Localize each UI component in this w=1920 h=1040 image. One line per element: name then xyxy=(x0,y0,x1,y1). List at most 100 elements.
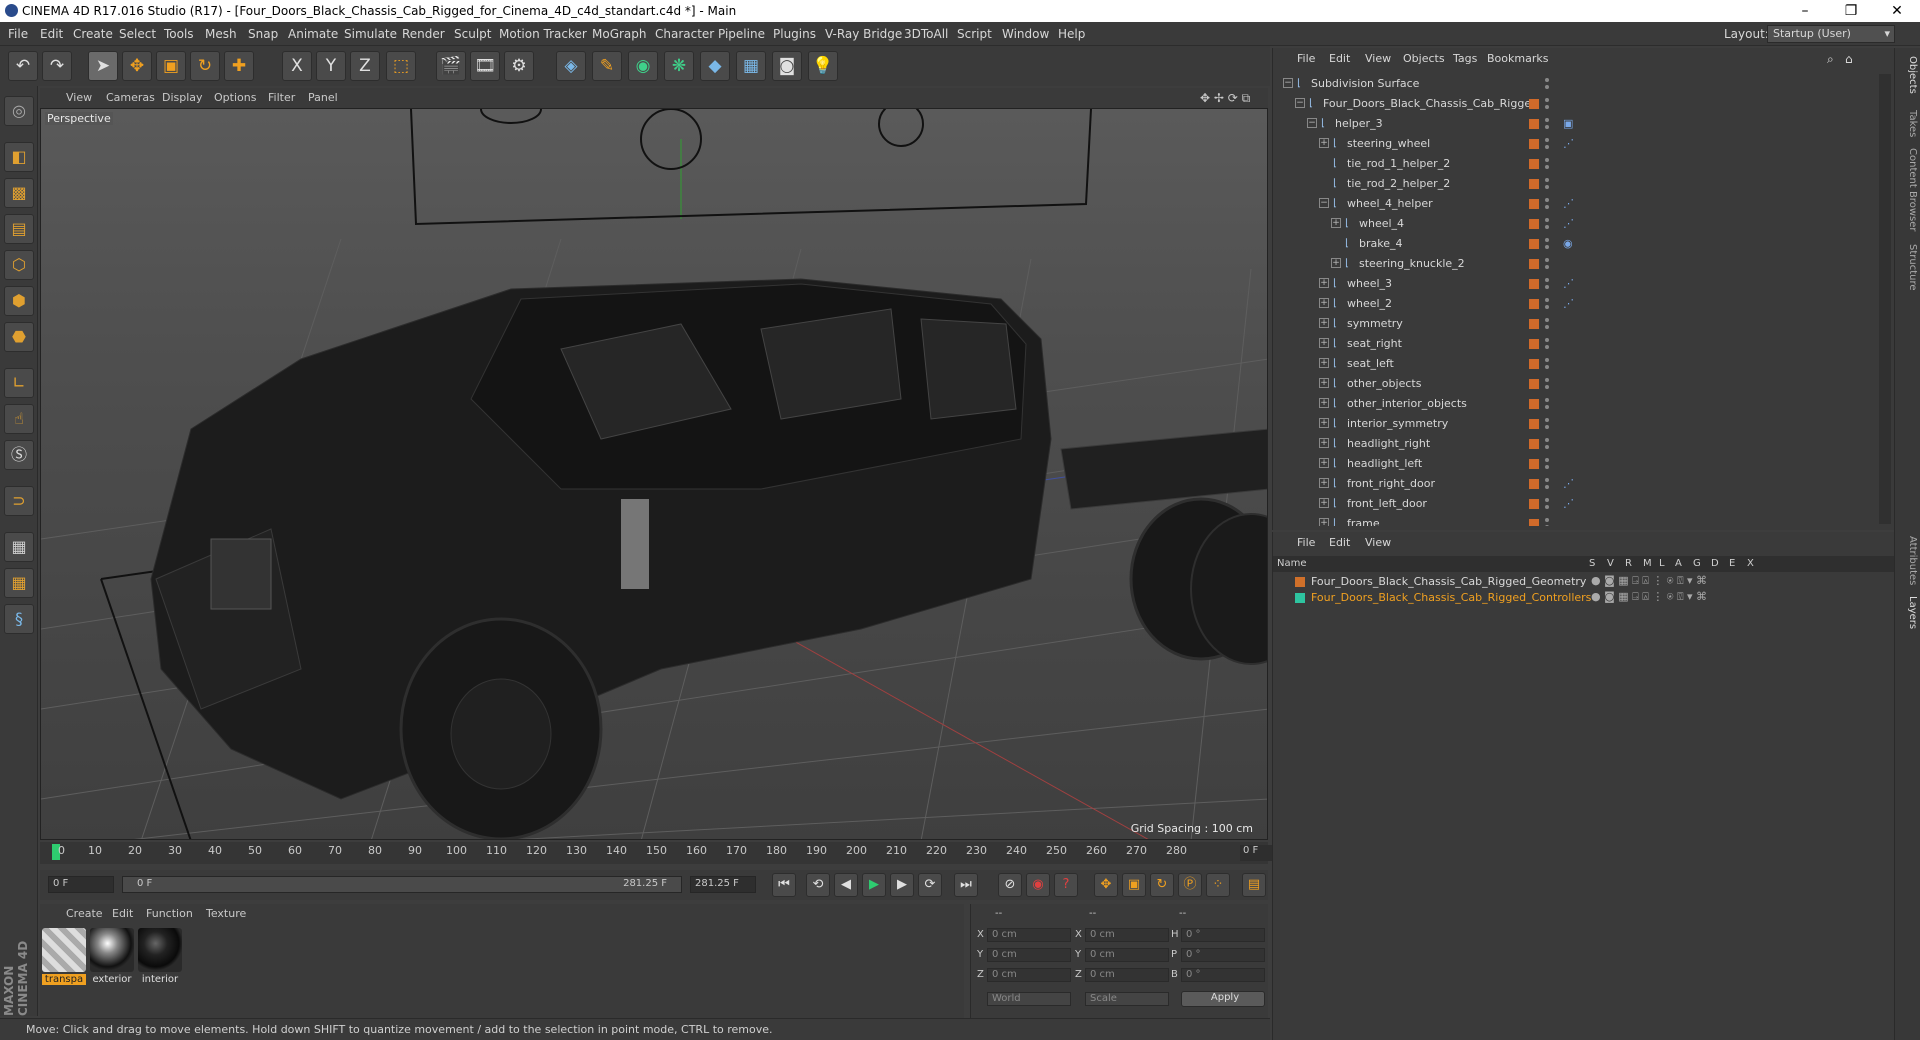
expand-icon[interactable]: + xyxy=(1319,358,1329,368)
vtab-structure[interactable]: Structure xyxy=(1898,244,1918,291)
render-visibility-dot[interactable] xyxy=(1545,425,1549,429)
object-row[interactable]: + ⌊ frame xyxy=(1273,514,1879,526)
expand-icon[interactable]: + xyxy=(1319,298,1329,308)
objects-menu-edit[interactable]: Edit xyxy=(1329,52,1350,65)
rotation-b-field[interactable]: 0 ° xyxy=(1181,968,1265,982)
editor-visibility-dot[interactable] xyxy=(1545,358,1549,362)
object-row[interactable]: + ⌊ headlight_left xyxy=(1273,454,1879,474)
render-visibility-dot[interactable] xyxy=(1545,405,1549,409)
layer-row[interactable]: Four_Doors_Black_Chassis_Cab_Rigged_Geom… xyxy=(1273,574,1893,589)
scale-icon[interactable]: ▣ xyxy=(156,51,186,81)
maximize-button[interactable]: ❐ xyxy=(1828,0,1874,22)
undo-icon[interactable]: ↶ xyxy=(8,51,38,81)
editor-visibility-dot[interactable] xyxy=(1545,518,1549,522)
material-menu-function[interactable]: Function xyxy=(146,907,193,920)
render-visibility-dot[interactable] xyxy=(1545,185,1549,189)
editor-visibility-dot[interactable] xyxy=(1545,138,1549,142)
editor-visibility-dot[interactable] xyxy=(1545,318,1549,322)
layer-flag-icons[interactable]: ● ◙ ▦ ⍈ ⍓ ⋮ ⍟ ⍔ ▾ ⌘ xyxy=(1591,574,1707,588)
object-row[interactable]: + ⌊ wheel_2 ⋰ xyxy=(1273,294,1879,314)
object-tag-icon[interactable]: ⋰ xyxy=(1563,477,1574,490)
layer-color-dot[interactable] xyxy=(1529,299,1539,309)
objects-menu-tags[interactable]: Tags xyxy=(1453,52,1477,65)
viewport-menu-cameras[interactable]: Cameras xyxy=(106,91,155,104)
next-key-icon[interactable]: ⟳ xyxy=(918,873,942,897)
object-row[interactable]: − ⌊ wheel_4_helper ⋰ xyxy=(1273,194,1879,214)
layer-color-dot[interactable] xyxy=(1529,199,1539,209)
render-visibility-dot[interactable] xyxy=(1545,225,1549,229)
object-tag-icon[interactable]: ⋰ xyxy=(1563,137,1574,150)
object-row[interactable]: + ⌊ other_interior_objects xyxy=(1273,394,1879,414)
object-tag-icon[interactable]: ⋰ xyxy=(1563,217,1574,230)
key-position-icon[interactable]: ✥ xyxy=(1094,873,1118,897)
layer-color-swatch[interactable] xyxy=(1295,593,1305,603)
object-row[interactable]: + ⌊ wheel_4 ⋰ xyxy=(1273,214,1879,234)
live-select-icon[interactable]: ✚ xyxy=(224,51,254,81)
texture-mode-icon[interactable]: ▩ xyxy=(4,178,34,208)
object-row[interactable]: + ⌊ wheel_3 ⋰ xyxy=(1273,274,1879,294)
coordinate-system-icon[interactable]: ⬚ xyxy=(386,51,416,81)
collapse-icon[interactable]: − xyxy=(1283,78,1293,88)
expand-icon[interactable]: + xyxy=(1319,338,1329,348)
viewport-menu-display[interactable]: Display xyxy=(162,91,203,104)
timeline-window-icon[interactable]: ▤ xyxy=(1242,873,1266,897)
viewport-menu-panel[interactable]: Panel xyxy=(308,91,338,104)
layer-color-dot[interactable] xyxy=(1529,479,1539,489)
edit-render-settings-icon[interactable]: ⚙ xyxy=(504,51,534,81)
editor-visibility-dot[interactable] xyxy=(1545,158,1549,162)
autokey-icon[interactable]: ◉ xyxy=(1026,873,1050,897)
magnet-icon[interactable]: ⊃ xyxy=(4,486,34,516)
viewport-menu-filter[interactable]: Filter xyxy=(268,91,295,104)
object-row[interactable]: + ⌊ front_left_door ⋰ xyxy=(1273,494,1879,514)
material-thumb-exterior[interactable] xyxy=(90,928,134,972)
object-row[interactable]: − ⌊ Four_Doors_Black_Chassis_Cab_Rigged xyxy=(1273,94,1879,114)
collapse-icon[interactable]: − xyxy=(1307,118,1317,128)
layer-color-dot[interactable] xyxy=(1529,179,1539,189)
layout-select[interactable]: Startup (User) ▾ xyxy=(1767,25,1895,43)
position-x-field[interactable]: 0 cm xyxy=(987,928,1071,942)
menu-render[interactable]: Render xyxy=(402,27,445,41)
material-thumb-transpa[interactable] xyxy=(42,928,86,972)
object-row[interactable]: + ⌊ front_right_door ⋰ xyxy=(1273,474,1879,494)
position-y-field[interactable]: 0 cm xyxy=(987,948,1071,962)
editor-visibility-dot[interactable] xyxy=(1545,178,1549,182)
pen-icon[interactable]: ✎ xyxy=(592,51,622,81)
redo-icon[interactable]: ↷ xyxy=(42,51,72,81)
points-mode-icon[interactable]: ⬡ xyxy=(4,250,34,280)
rotation-p-field[interactable]: 0 ° xyxy=(1181,948,1265,962)
objects-menu-objects[interactable]: Objects xyxy=(1403,52,1445,65)
render-visibility-dot[interactable] xyxy=(1545,525,1549,526)
layer-flag-icons[interactable]: ● ◙ ▦ ⍈ ⍓ ⋮ ⍟ ⍔ ▾ ⌘ xyxy=(1591,590,1707,604)
layer-color-dot[interactable] xyxy=(1529,159,1539,169)
home-icon[interactable]: ⌂ xyxy=(1845,52,1853,66)
layers-menu-file[interactable]: File xyxy=(1297,536,1315,549)
editor-visibility-dot[interactable] xyxy=(1545,498,1549,502)
editor-visibility-dot[interactable] xyxy=(1545,78,1549,82)
object-row[interactable]: + ⌊ symmetry xyxy=(1273,314,1879,334)
expand-icon[interactable]: + xyxy=(1319,278,1329,288)
menu-window[interactable]: Window xyxy=(1002,27,1049,41)
menu-plugins[interactable]: Plugins xyxy=(773,27,816,41)
menu-mesh[interactable]: Mesh xyxy=(205,27,237,41)
editor-visibility-dot[interactable] xyxy=(1545,478,1549,482)
edges-mode-icon[interactable]: ⬢ xyxy=(4,286,34,316)
layer-color-dot[interactable] xyxy=(1529,439,1539,449)
render-visibility-dot[interactable] xyxy=(1545,305,1549,309)
layer-row[interactable]: Four_Doors_Black_Chassis_Cab_Rigged_Cont… xyxy=(1273,590,1893,605)
menu-create[interactable]: Create xyxy=(73,27,113,41)
render-picture-viewer-icon[interactable]: 🎞 xyxy=(470,51,500,81)
object-row[interactable]: + ⌊ seat_left xyxy=(1273,354,1879,374)
locked-workplane-icon[interactable]: ▦ xyxy=(4,532,34,562)
vtab-objects[interactable]: Objects xyxy=(1898,56,1918,94)
render-visibility-dot[interactable] xyxy=(1545,345,1549,349)
viewport-navigation-icons[interactable]: ✥ ✢ ⟳ ⧉ xyxy=(1200,91,1250,106)
z-axis-icon[interactable]: Z xyxy=(350,51,380,81)
expand-icon[interactable]: + xyxy=(1331,258,1341,268)
model-mode-icon[interactable]: ◧ xyxy=(4,142,34,172)
rotation-h-field[interactable]: 0 ° xyxy=(1181,928,1265,942)
prev-frame-icon[interactable]: ◀ xyxy=(834,873,858,897)
layer-color-dot[interactable] xyxy=(1529,99,1539,109)
editor-visibility-dot[interactable] xyxy=(1545,458,1549,462)
render-visibility-dot[interactable] xyxy=(1545,205,1549,209)
vtab-takes[interactable]: Takes xyxy=(1898,110,1918,137)
